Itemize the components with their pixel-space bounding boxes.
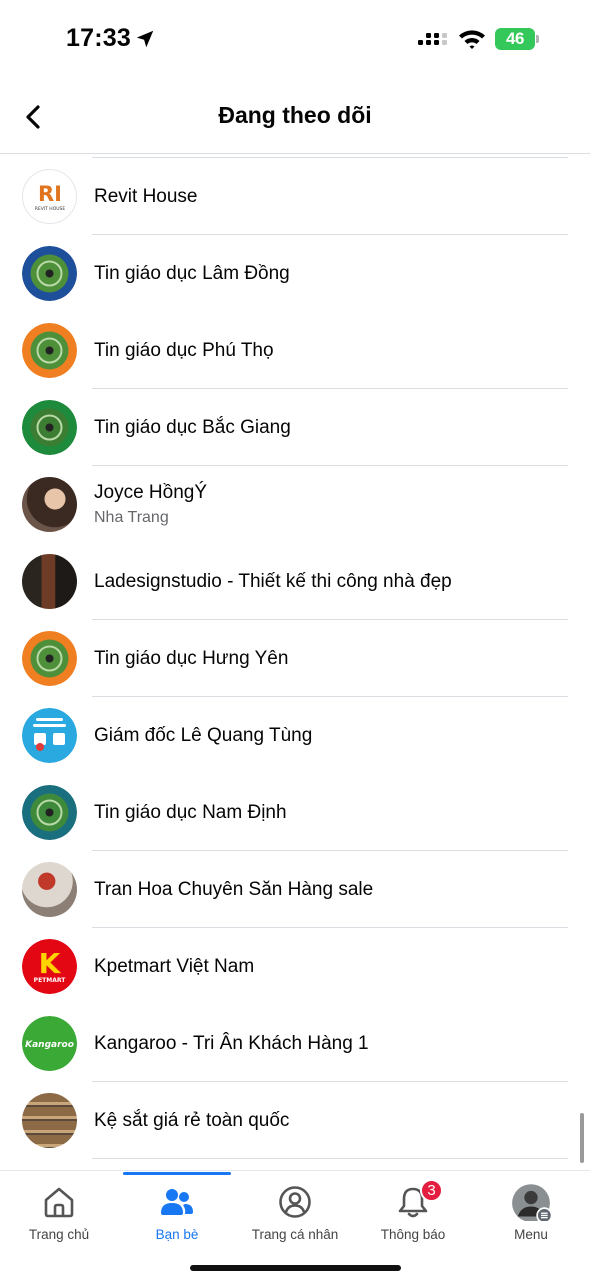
edu-badge-icon <box>22 400 77 455</box>
item-name: Tin giáo dục Lâm Đồng <box>94 262 290 284</box>
home-icon <box>44 1187 74 1218</box>
battery-level: 46 <box>495 28 535 50</box>
avatar <box>22 477 77 532</box>
list-item[interactable]: Ladesignstudio - Thiết kế thi công nhà đ… <box>0 543 590 620</box>
item-name: Tin giáo dục Bắc Giang <box>94 416 291 438</box>
list-item[interactable]: Tin giáo dục Lâm Đồng <box>0 235 590 312</box>
edu-badge-icon <box>22 785 77 840</box>
revit-house-logo: RI REVIT HOUSE <box>35 182 66 212</box>
avatar <box>22 1093 77 1148</box>
profile-icon <box>279 1186 311 1218</box>
tab-notifications[interactable]: 3 Thông báo <box>354 1171 472 1251</box>
battery-cap <box>536 35 539 43</box>
edu-badge-icon <box>22 323 77 378</box>
notification-badge: 3 <box>420 1179 443 1202</box>
list-item[interactable]: Kệ sắt giá rẻ toàn quốc <box>0 1082 590 1159</box>
cellular-signal-icon <box>418 33 447 45</box>
scrollbar[interactable] <box>580 1113 584 1163</box>
item-name: Giám đốc Lê Quang Tùng <box>94 724 313 746</box>
following-list: RI REVIT HOUSE Revit House Tin giáo dục … <box>0 157 590 1170</box>
svg-text:RI: RI <box>38 182 62 206</box>
menu-avatar-icon <box>512 1184 551 1221</box>
svg-text:K: K <box>39 947 62 980</box>
list-item[interactable]: Tran Hoa Chuyên Săn Hàng sale <box>0 851 590 928</box>
status-time: 17:33 <box>66 24 131 52</box>
wifi-icon <box>459 30 485 49</box>
tab-profile[interactable]: Trang cá nhân <box>236 1171 354 1251</box>
item-name: Tran Hoa Chuyên Săn Hàng sale <box>94 878 374 900</box>
avatar <box>22 708 77 763</box>
avatar <box>22 862 77 917</box>
tab-bar: Trang chủ Bạn bè Trang cá nhân 3 Thông b… <box>0 1170 590 1280</box>
list-item[interactable]: Tin giáo dục Nam Định <box>0 774 590 851</box>
item-name: Kpetmart Việt Nam <box>94 955 255 977</box>
list-item[interactable]: Tin giáo dục Phú Thọ <box>0 312 590 389</box>
svg-text:REVIT HOUSE: REVIT HOUSE <box>35 206 66 212</box>
kangaroo-logo: Kangaroo <box>22 1016 77 1071</box>
list-item[interactable]: Tin giáo dục Bắc Giang <box>0 389 590 466</box>
avatar <box>22 323 77 378</box>
item-name: Revit House <box>94 185 198 207</box>
tab-label: Trang cá nhân <box>251 1227 339 1242</box>
avatar <box>22 400 77 455</box>
tab-label: Bạn bè <box>155 1227 199 1242</box>
edu-badge-icon <box>22 246 77 301</box>
list-item[interactable]: Joyce HồngÝ Nha Trang <box>0 466 590 543</box>
item-subtitle: Nha Trang <box>94 509 169 526</box>
avatar <box>22 246 77 301</box>
header: Đang theo dõi <box>0 80 590 154</box>
tab-menu[interactable]: Menu <box>472 1171 590 1251</box>
avatar: K PETMART <box>22 939 77 994</box>
friends-icon <box>161 1189 193 1215</box>
tab-home[interactable]: Trang chủ <box>0 1171 118 1251</box>
battery-indicator: 46 <box>495 28 539 50</box>
page-title: Đang theo dõi <box>218 102 372 128</box>
tab-label: Menu <box>514 1227 548 1242</box>
list-item[interactable]: Kangaroo Kangaroo - Tri Ân Khách Hàng 1 <box>0 1005 590 1082</box>
item-name: Tin giáo dục Hưng Yên <box>94 647 289 669</box>
svg-text:PETMART: PETMART <box>34 977 67 984</box>
status-bar: 17:33 46 <box>0 0 590 80</box>
tab-label: Thông báo <box>380 1227 446 1242</box>
item-name: Kệ sắt giá rẻ toàn quốc <box>94 1109 290 1131</box>
list-item[interactable]: Tin giáo dục Hưng Yên <box>0 620 590 697</box>
kpetmart-logo: K PETMART <box>22 939 77 994</box>
item-name: Joyce HồngÝ <box>94 482 208 503</box>
tab-label: Trang chủ <box>28 1227 90 1242</box>
divider <box>92 1158 568 1159</box>
list-item[interactable]: K PETMART Kpetmart Việt Nam <box>0 928 590 1005</box>
item-name: Tin giáo dục Phú Thọ <box>94 339 274 361</box>
item-name: Tin giáo dục Nam Định <box>94 801 287 823</box>
location-arrow-icon <box>136 30 154 48</box>
tab-friends[interactable]: Bạn bè <box>118 1171 236 1251</box>
item-name: Kangaroo - Tri Ân Khách Hàng 1 <box>94 1032 369 1054</box>
home-indicator <box>190 1265 401 1271</box>
list-item[interactable]: RI REVIT HOUSE Revit House <box>0 158 590 235</box>
avatar <box>22 785 77 840</box>
avatar: Kangaroo <box>22 1016 77 1071</box>
avatar <box>22 554 77 609</box>
list-item[interactable]: Giám đốc Lê Quang Tùng <box>0 697 590 774</box>
svg-text:Kangaroo: Kangaroo <box>25 1040 74 1050</box>
item-name: Ladesignstudio - Thiết kế thi công nhà đ… <box>94 570 452 592</box>
edu-badge-icon <box>22 631 77 686</box>
avatar: RI REVIT HOUSE <box>22 169 77 224</box>
shopping-badge-icon <box>22 708 77 763</box>
avatar <box>22 631 77 686</box>
